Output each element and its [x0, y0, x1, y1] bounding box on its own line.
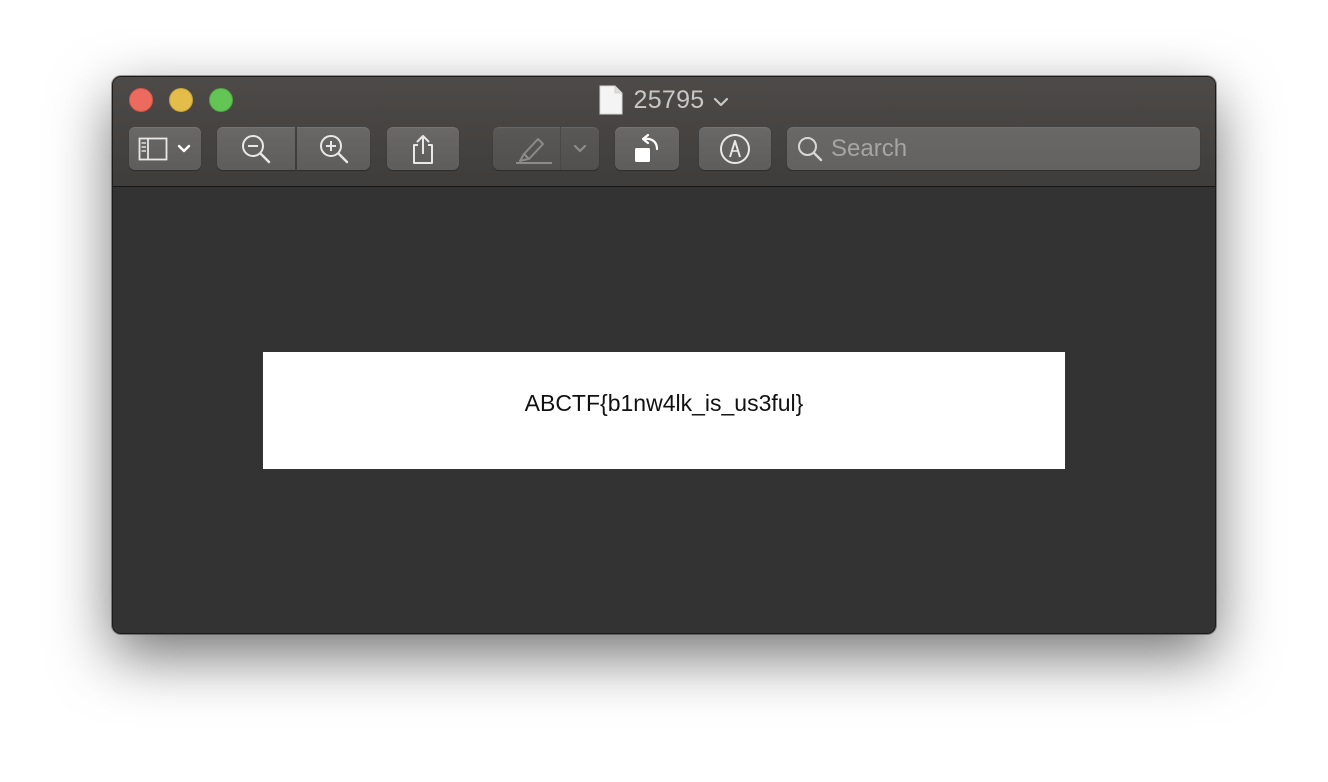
rotate-left-icon	[635, 133, 659, 162]
share-icon	[413, 134, 433, 164]
markup-button[interactable]	[699, 127, 771, 170]
document-icon	[599, 85, 623, 115]
sidebar-toggle-button[interactable]	[129, 127, 201, 170]
highlight-button[interactable]	[493, 127, 599, 170]
zoom-button[interactable]	[209, 88, 233, 112]
minimize-button[interactable]	[169, 88, 193, 112]
zoom-out-icon	[242, 134, 271, 163]
chevron-down-icon	[177, 144, 191, 152]
search-input[interactable]	[831, 127, 1191, 170]
document-text: ABCTF{b1nw4lk_is_us3ful}	[524, 390, 804, 416]
search-field[interactable]	[787, 127, 1200, 170]
preview-window: 25795 Search ABCTF{b1nw4lk_is_us3ful}	[112, 76, 1216, 634]
window-title[interactable]: 25795	[633, 86, 704, 115]
window-title-group: 25795	[113, 83, 1215, 117]
close-button[interactable]	[129, 88, 153, 112]
highlight-divider	[560, 127, 561, 170]
markup-pen-icon	[720, 133, 750, 164]
chevron-down-icon[interactable]	[572, 143, 588, 155]
zoom-out-button[interactable]	[217, 127, 295, 170]
highlighter-icon	[516, 137, 552, 164]
search-icon	[798, 137, 823, 162]
rotate-button[interactable]	[615, 127, 679, 170]
titlebar: 25795	[113, 77, 1215, 187]
sidebar-icon	[138, 137, 168, 160]
zoom-in-icon	[319, 134, 348, 163]
share-button[interactable]	[387, 127, 459, 170]
document-viewer[interactable]: ABCTF{b1nw4lk_is_us3ful}	[113, 187, 1215, 633]
document-page[interactable]: ABCTF{b1nw4lk_is_us3ful}	[263, 352, 1065, 469]
zoom-in-button[interactable]	[297, 127, 370, 170]
chevron-down-icon[interactable]	[713, 96, 729, 108]
